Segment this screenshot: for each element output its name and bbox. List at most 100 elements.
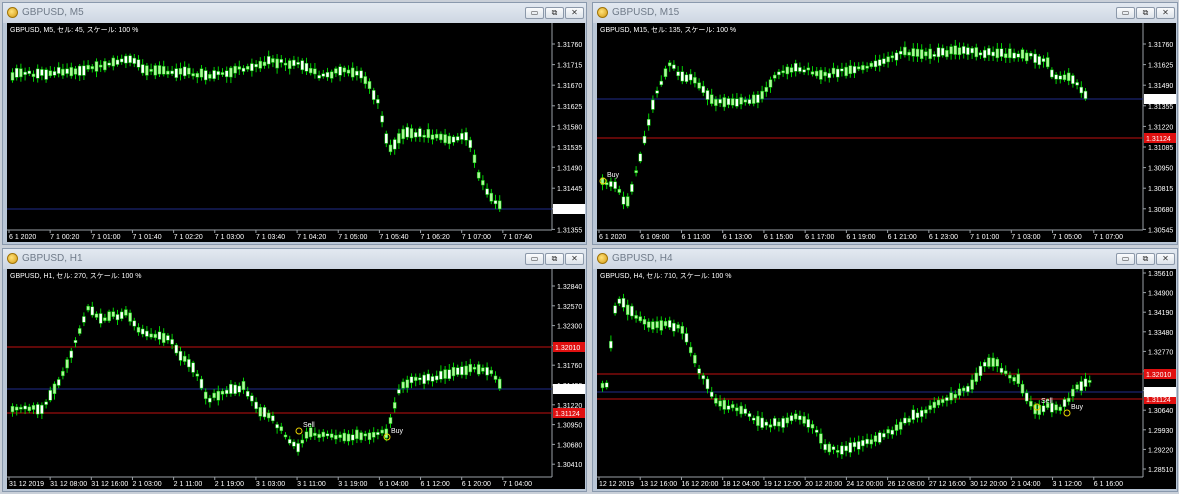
candle-body	[840, 68, 844, 72]
candle-body	[275, 424, 279, 429]
candle-body	[949, 46, 953, 55]
minimize-button[interactable]: ▭	[525, 7, 544, 19]
candle-body	[1062, 399, 1067, 407]
candle-body	[237, 66, 242, 70]
price-chart[interactable]: GBPUSD, M5, セル: 45, スケール: 100 % 1.31760 1.…	[7, 23, 585, 242]
candle-body	[447, 369, 452, 379]
candle-body	[371, 431, 376, 438]
time-tick-label: 7 1 02:20	[174, 234, 203, 241]
chart-area[interactable]: GBPUSD, H4, セル: 710, スケール: 100 % 1.35610 1…	[597, 269, 1176, 489]
candle-body	[894, 52, 899, 61]
candle-body	[321, 73, 326, 77]
candle-body	[182, 66, 187, 77]
window-titlebar[interactable]: GBPUSD, H1 ▭ ⧉ ✕	[3, 249, 586, 269]
candle-body	[140, 64, 145, 74]
close-button[interactable]: ✕	[1156, 253, 1175, 265]
candle-body	[418, 377, 422, 381]
minimize-button[interactable]: ▭	[1116, 7, 1135, 19]
candle-body	[212, 392, 216, 399]
chart-window-m5[interactable]: GBPUSD, M5 ▭ ⧉ ✕ GBPUSD, M5, セル: 45, スケー…	[2, 2, 587, 245]
time-tick-label: 7 1 07:00	[1094, 234, 1123, 241]
price-tick-label: 1.31535	[557, 145, 582, 152]
time-tick-label: 6 1 17:00	[805, 234, 834, 241]
chart-window-m15[interactable]: GBPUSD, M15 ▭ ⧉ ✕ GBPUSD, M15, セル: 135, …	[592, 2, 1178, 245]
price-tick-label: 1.31670	[557, 83, 582, 90]
candle-body	[1020, 49, 1025, 59]
candle-body	[701, 85, 706, 93]
chart-area[interactable]: GBPUSD, M15, セル: 135, スケール: 100 % 1.31760…	[597, 23, 1176, 242]
candle-body	[856, 66, 861, 70]
close-button[interactable]: ✕	[565, 7, 584, 19]
candle-body	[199, 68, 204, 78]
candle-body	[313, 68, 317, 75]
price-tick-label: 1.29930	[1148, 428, 1173, 435]
time-tick-label: 6 1 23:00	[929, 234, 958, 241]
candle-body	[772, 74, 777, 79]
time-tick-label: 2 1 19:00	[215, 481, 244, 488]
candle-body	[355, 70, 359, 76]
candle-body	[279, 426, 284, 431]
candle-body	[14, 406, 19, 411]
price-chart[interactable]: GBPUSD, H1, セル: 270, スケール: 100 % 1.32840 1…	[7, 269, 585, 489]
price-chart[interactable]: GBPUSD, H4, セル: 710, スケール: 100 % 1.35610 1…	[597, 269, 1176, 489]
minimize-button[interactable]: ▭	[525, 253, 544, 265]
candle-body	[308, 427, 313, 438]
close-button[interactable]: ✕	[1156, 7, 1175, 19]
restore-button[interactable]: ⧉	[545, 253, 564, 265]
candle-body	[489, 192, 494, 202]
restore-button[interactable]: ⧉	[1136, 253, 1155, 265]
candle-body	[655, 321, 659, 329]
time-tick-label: 6 1 13:00	[723, 234, 752, 241]
candle-body	[1083, 90, 1088, 99]
candle-body	[426, 373, 431, 381]
candle-body	[296, 62, 300, 65]
candle-body	[697, 368, 701, 374]
candle-body	[903, 46, 907, 56]
candle-body	[873, 435, 878, 442]
time-tick-label: 16 12 20:00	[681, 481, 718, 488]
candle-body	[392, 402, 397, 409]
candle-body	[924, 409, 928, 414]
price-tick-label: 1.31625	[557, 104, 582, 111]
candle-body	[397, 389, 401, 394]
restore-button[interactable]: ⧉	[545, 7, 564, 19]
close-button[interactable]: ✕	[565, 253, 584, 265]
candle-body	[693, 77, 697, 84]
candle-body	[894, 424, 899, 431]
candle-body	[999, 367, 1004, 373]
chart-area[interactable]: GBPUSD, H1, セル: 270, スケール: 100 % 1.32840 1…	[7, 269, 585, 489]
chart-window-h4[interactable]: GBPUSD, H4 ▭ ⧉ ✕ GBPUSD, H4, セル: 710, スケ…	[592, 248, 1178, 492]
candle-body	[476, 364, 481, 375]
price-chart[interactable]: GBPUSD, M15, セル: 135, スケール: 100 % 1.31760…	[597, 23, 1176, 242]
time-tick-label: 7 1 01:00	[970, 234, 999, 241]
chart-coin-icon	[597, 253, 608, 264]
candle-body	[945, 397, 949, 401]
candle-body	[409, 376, 414, 384]
trade-marker-icon	[1063, 409, 1071, 417]
chart-window-h1[interactable]: GBPUSD, H1 ▭ ⧉ ✕ GBPUSD, H1, セル: 270, スケ…	[2, 248, 587, 492]
candle-body	[363, 433, 368, 437]
current-price-label: 1.31400	[555, 387, 580, 394]
restore-button[interactable]: ⧉	[1136, 7, 1155, 19]
candle-body	[287, 60, 292, 69]
window-titlebar[interactable]: GBPUSD, H4 ▭ ⧉ ✕	[593, 249, 1177, 269]
candle-body	[98, 64, 103, 68]
order-level-label: 1.31124	[555, 411, 580, 418]
candle-body	[128, 55, 132, 63]
price-tick-label: 1.30950	[557, 423, 582, 430]
candle-body	[970, 48, 974, 54]
candle-body	[455, 367, 460, 375]
candle-body	[827, 72, 832, 79]
minimize-button[interactable]: ▭	[1116, 253, 1135, 265]
buy-marker-label: Buy	[607, 172, 620, 179]
candle-body	[468, 139, 473, 148]
candle-body	[254, 401, 258, 410]
candle-body	[806, 419, 811, 428]
window-titlebar[interactable]: GBPUSD, M5 ▭ ⧉ ✕	[3, 3, 586, 23]
candle-body	[646, 119, 651, 126]
candle-body	[342, 432, 347, 442]
candle-body	[224, 70, 229, 78]
chart-area[interactable]: GBPUSD, M5, セル: 45, スケール: 100 % 1.31760 1.…	[7, 23, 585, 242]
price-tick-label: 1.31220	[1148, 124, 1173, 131]
window-titlebar[interactable]: GBPUSD, M15 ▭ ⧉ ✕	[593, 3, 1177, 23]
